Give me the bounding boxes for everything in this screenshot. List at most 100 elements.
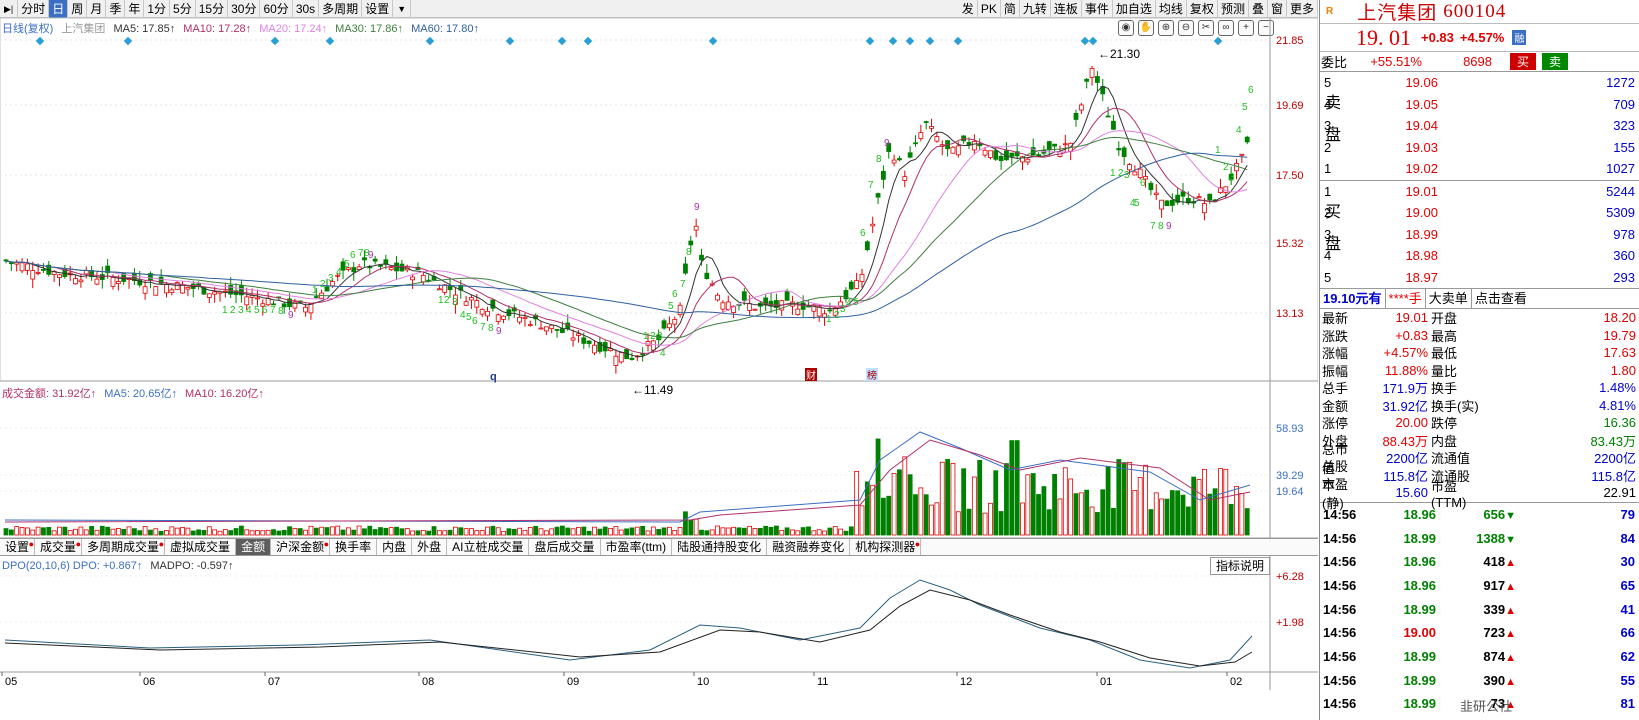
signal-marker-icon [925,36,935,46]
volume-bar [613,526,619,536]
indicator-tabs: 设置 ● 成交量 ● 多周期成交量 ● 虚拟成交量 金额 沪深金额 ● 换手率 内盘 外盘 AI立桩成交量… [0,538,1318,556]
order-book-row[interactable]: 4 19.05 709 [1320,94,1639,116]
signal-marker-icon [905,36,915,46]
ask-label-2: 盘 [1325,127,1342,144]
candle-body [110,276,116,287]
volume-bar [538,528,544,536]
volume-bar [511,528,517,536]
volume-bar [67,530,73,536]
tick-row: 14:56 18.99 1388▼ 84 [1320,526,1639,550]
volume-bar [1169,490,1175,536]
stat-key: 涨幅 [1322,346,1349,362]
sell-button[interactable]: 卖 [1542,53,1569,70]
signal-marker-icon [557,36,567,46]
banner-link[interactable]: 点击查看 [1472,289,1530,309]
volume-bar [784,527,790,536]
tick-time: 14:56 [1323,648,1357,664]
volume-bar [747,525,753,536]
order-book-row[interactable]: 2 19.00 5309 [1320,202,1639,224]
volume-bar [1196,479,1202,536]
indicator-tab[interactable]: 换手率 [330,539,378,555]
candle-body [1244,136,1250,143]
volume-bar [212,529,218,536]
buy-button[interactable]: 买 [1510,53,1537,70]
volume-bar [1004,463,1009,536]
candle-body [479,308,485,315]
volume-bar [372,529,378,536]
volume-bar [1084,489,1090,536]
indicator-tab[interactable]: 市盈率(ttm) [601,539,673,555]
candle-body [672,319,678,325]
indicator-tab[interactable]: 成交量 ● [35,539,83,555]
volume-bar [757,527,763,536]
candle-body [720,302,726,310]
signal-marker-icon [325,36,335,46]
volume-bar [260,530,266,536]
stat-value: 11.88% [1384,362,1428,378]
volume-bar [1191,476,1197,536]
indicator-tab[interactable]: 盘后成交量 [529,539,601,555]
bid-label-1: 买 [1325,203,1342,221]
order-book-row[interactable]: 2 19.03 155 [1320,137,1639,159]
order-book-row[interactable]: 5 18.97 293 [1320,267,1639,289]
candle-body [661,320,667,329]
stat-value: +0.83 [1395,327,1428,343]
stat-key: 最低 [1431,346,1458,362]
volume-bar [560,525,565,536]
indicator-tab[interactable]: 融资融券变化 [767,539,851,555]
indicator-tab[interactable]: 虚拟成交量 [165,539,237,555]
indicator-tab[interactable]: 外盘 [412,539,448,555]
volume-bar [907,474,913,536]
order-book-row[interactable]: 1 19.02 1027 [1320,158,1639,180]
td-count-label: 7 [270,305,276,316]
volume-bar [394,526,399,536]
indicator-tab[interactable]: 多周期成交量 ● [82,539,166,555]
ask-book: 卖 盘 5 19.06 1272 4 19.05 709 3 19.04 323 2 … [1320,72,1639,181]
order-book-row[interactable]: 3 19.04 323 [1320,115,1639,137]
indicator-tab[interactable]: 设置 ● [0,539,36,555]
volume-bar [1239,493,1245,536]
td-count-label: 6 [262,305,268,316]
volume-bar [490,525,496,536]
stat-row: 总市值 2200亿 流通值 2200亿 [1320,442,1639,476]
order-book-row[interactable]: 5 19.06 1272 [1320,72,1639,94]
tick-time: 14:56 [1323,577,1357,593]
indicator-tab[interactable]: 内盘 [377,539,413,555]
indicator-tab[interactable]: 陆股通持股变化 [672,539,768,555]
tick-price: 18.99 [1403,672,1436,688]
order-book-row[interactable]: 3 18.99 978 [1320,224,1639,246]
up-arrow-icon: ▲ [1505,604,1516,617]
order-book-row[interactable]: 4 18.98 360 [1320,245,1639,267]
tick-time: 14:56 [1323,601,1357,617]
indicator-tab[interactable]: 机构探测器 ● [850,539,922,555]
stat-key: 跌停 [1431,416,1458,432]
big-order-banner[interactable]: 19.10元有 ****手 大卖单 点击查看 [1320,288,1639,309]
volume-bar [1095,512,1100,536]
signal-marker-icon [865,36,875,46]
candle-body [1169,199,1175,206]
stat-key: 最新 [1322,311,1349,327]
candle-body [78,279,84,283]
candle-body [891,159,897,164]
candle-body [902,176,908,181]
weibi-row: 委比 +55.51% 8698 买 卖 [1320,52,1639,72]
candle-body [442,284,448,293]
level-volume: 709 [1613,96,1635,112]
volume-bar [463,528,469,536]
stat-row: 最新 19.01 开盘 18.20 [1320,309,1639,327]
indicator-tab[interactable]: 金额 [236,539,272,555]
indicator-help-button[interactable]: 指标说明 [1210,557,1271,575]
indicator-tab[interactable]: 沪深金额 ● [271,539,331,555]
indicator-tab[interactable]: AI立桩成交量 [447,539,530,555]
td-count-label: 9 [1166,221,1172,232]
order-book-row[interactable]: 1 19.01 5244 [1320,181,1639,203]
candle-body [613,355,619,366]
ma60-line [5,152,1248,319]
kline-chart[interactable]: 21.85 19.69 17.50 15.32 13.13 58.93 39.29 19.64… [0,0,1318,690]
candle-body [971,141,977,151]
tick-price: 18.96 [1403,554,1436,570]
banner-hands: ****手 [1386,288,1426,309]
volume-bar [693,518,699,536]
price-axis-label: 15.32 [1276,238,1304,250]
up-arrow-icon: ▲ [1505,628,1516,641]
